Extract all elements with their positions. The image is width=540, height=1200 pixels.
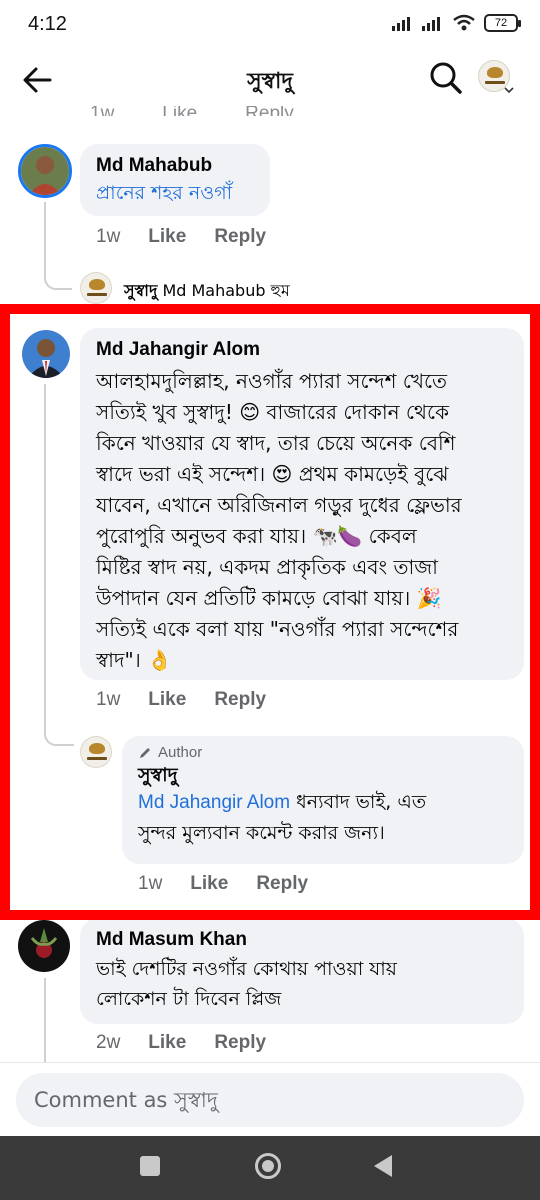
comment-text: ভাই দেশটির নওগাঁর কোথায় পাওয়া যায় লোক… <box>96 958 397 1010</box>
avatar-page[interactable] <box>80 272 112 304</box>
status-time: 4:12 <box>28 13 67 35</box>
avatar-photo <box>21 147 69 195</box>
comment-actions: 2w Like Reply <box>96 1032 294 1054</box>
reply-preview[interactable]: সুস্বাদু Md Mahabub হুম <box>124 278 290 305</box>
search-icon <box>430 62 462 94</box>
comment-actions: 1w Like Reply <box>96 226 294 248</box>
reply-connector <box>44 256 72 290</box>
avatar-md-masum-khan[interactable] <box>18 920 70 972</box>
comment-composer: Comment as সুস্বাদু <box>0 1062 540 1136</box>
signal-icon-2 <box>422 17 440 31</box>
search-button[interactable] <box>428 60 464 96</box>
like-button[interactable]: Like <box>148 1032 186 1054</box>
comment-author[interactable]: Md Masum Khan <box>96 928 510 952</box>
reply-button[interactable]: Reply <box>214 226 266 248</box>
page-logo <box>80 272 112 304</box>
recents-button[interactable] <box>140 1156 160 1176</box>
wifi-icon <box>453 14 475 31</box>
signal-icon <box>392 17 410 31</box>
avatar-photo <box>18 920 70 972</box>
like-button[interactable]: Like <box>148 226 186 248</box>
reply-button[interactable]: Reply <box>214 1032 266 1054</box>
comment-time: 1w <box>96 226 121 247</box>
profile-menu-button[interactable] <box>478 60 518 100</box>
status-icons: 72 <box>392 14 521 32</box>
reply-mention[interactable]: Md Mahabub <box>162 281 265 300</box>
system-back-button[interactable] <box>374 1155 392 1177</box>
reply-author[interactable]: সুস্বাদু <box>124 281 157 300</box>
avatar-md-mahabub[interactable] <box>18 144 72 198</box>
comment-bubble[interactable]: Md Mahabub প্রানের শহর নওগাঁ <box>80 144 270 216</box>
top-bar: সুস্বাদু <box>0 52 540 106</box>
comment-author[interactable]: Md Mahabub <box>96 154 256 178</box>
comment-bubble[interactable]: Md Masum Khan ভাই দেশটির নওগাঁর কোথায় প… <box>80 918 524 1024</box>
status-bar: 4:12 72 <box>0 0 540 50</box>
home-button[interactable] <box>255 1153 281 1179</box>
highlight-box <box>0 304 540 920</box>
system-nav-bar <box>0 1136 540 1200</box>
previous-comment-actions: 1wLikeReply <box>90 106 342 116</box>
comment-input[interactable]: Comment as সুস্বাদু <box>16 1073 524 1127</box>
comment-text: প্রানের শহর নওগাঁ <box>96 182 233 204</box>
thread-line <box>44 978 46 1062</box>
comment-time: 2w <box>96 1032 121 1053</box>
battery-icon: 72 <box>484 14 521 32</box>
reply-text: হুম <box>270 281 290 300</box>
chevron-down-icon <box>504 87 514 94</box>
